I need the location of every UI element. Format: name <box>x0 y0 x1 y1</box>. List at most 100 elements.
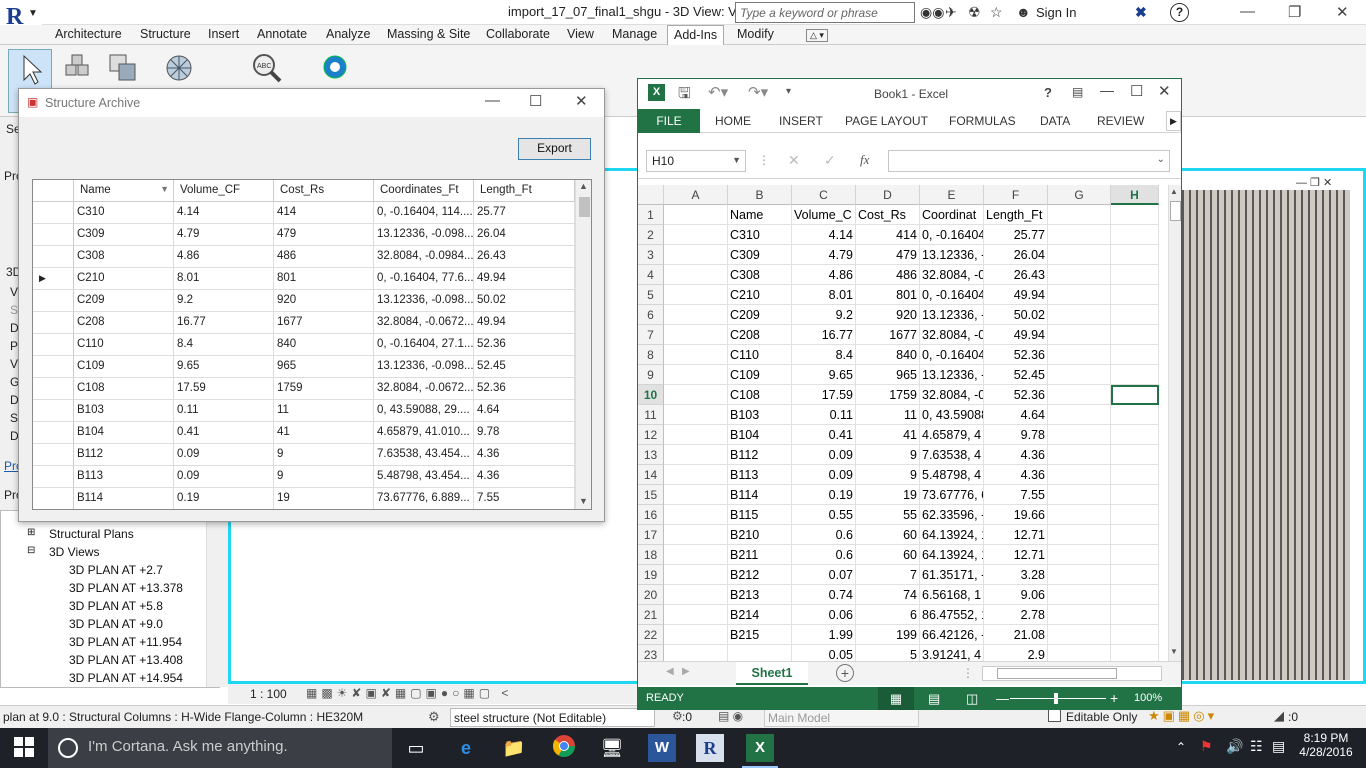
sheet-cell[interactable]: 9.2 <box>792 305 856 325</box>
grid-header-cost[interactable]: Cost_Rs <box>274 180 374 202</box>
sheet-cell[interactable]: 0.06 <box>792 605 856 625</box>
row-header[interactable]: 15 <box>638 485 664 505</box>
row-header[interactable]: 17 <box>638 525 664 545</box>
cell-coordinates[interactable]: 32.8084, -0.0672... <box>374 378 474 400</box>
tree-item-3d-plan[interactable]: 3D PLAN AT +9.0 <box>69 617 163 631</box>
sheet-cell[interactable] <box>1111 465 1159 485</box>
sheet-cell[interactable]: 6 <box>856 605 920 625</box>
favorites-star-icon[interactable]: ☆ <box>990 4 1003 21</box>
sheet-cell[interactable] <box>1048 285 1111 305</box>
sheet-cell[interactable] <box>664 225 728 245</box>
excel-taskbar-icon[interactable]: X <box>746 734 774 762</box>
row-header[interactable]: 11 <box>638 405 664 425</box>
sheet-cell[interactable] <box>664 385 728 405</box>
filter-icon[interactable]: ◢ <box>1274 708 1284 724</box>
tab-home[interactable]: HOME <box>715 114 751 128</box>
squares-icon[interactable] <box>106 51 140 85</box>
sheet-cell[interactable]: 11 <box>856 405 920 425</box>
sheet-cell[interactable] <box>1048 465 1111 485</box>
sheet-cell[interactable] <box>1111 625 1159 645</box>
sheet-cell[interactable]: 2.9 <box>984 645 1048 661</box>
sheet-cell[interactable]: 4.65879, 4 <box>920 425 984 445</box>
dialog-close-button[interactable]: ✕ <box>575 92 588 110</box>
row-header[interactable]: 16 <box>638 505 664 525</box>
sheet-cell[interactable]: 0, -0.16404 <box>920 225 984 245</box>
cell-volume[interactable]: 0.09 <box>174 466 274 488</box>
sheet-cell[interactable] <box>664 205 728 225</box>
sheet-cell[interactable]: C310 <box>728 225 792 245</box>
grid-header-volume[interactable]: Volume_CF <box>174 180 274 202</box>
row-header[interactable]: 13 <box>638 445 664 465</box>
grid-row-header[interactable] <box>33 356 74 378</box>
sheet-cell[interactable] <box>664 505 728 525</box>
sheet-cell[interactable] <box>664 245 728 265</box>
cell-cost[interactable]: 19 <box>274 488 374 509</box>
sheet-cell[interactable] <box>1048 225 1111 245</box>
cell-length[interactable]: 7.55 <box>474 488 575 509</box>
viewport-window-controls[interactable]: — ❐ ✕ <box>1296 176 1332 189</box>
sheet-cell[interactable]: 965 <box>856 365 920 385</box>
sheet-cell[interactable]: 840 <box>856 345 920 365</box>
row-header[interactable]: 10 <box>638 385 664 405</box>
cell-cost[interactable]: 920 <box>274 290 374 312</box>
sheet-cell[interactable]: 0.55 <box>792 505 856 525</box>
sheet-cell[interactable] <box>664 325 728 345</box>
sheet-cell[interactable]: 1759 <box>856 385 920 405</box>
sheet-cell[interactable]: 9.65 <box>792 365 856 385</box>
qat-customize-icon[interactable]: ▾ <box>786 86 791 97</box>
tab-insert[interactable]: Insert <box>208 27 239 41</box>
cell-cost[interactable]: 486 <box>274 246 374 268</box>
cell-length[interactable]: 4.36 <box>474 444 575 466</box>
column-header-h[interactable]: H <box>1111 185 1159 205</box>
sheet-cell[interactable]: B112 <box>728 445 792 465</box>
insert-function-icon[interactable]: fx <box>860 152 869 168</box>
sheet-cell[interactable]: B215 <box>728 625 792 645</box>
row-header[interactable]: 6 <box>638 305 664 325</box>
sheet-cell[interactable]: 50.02 <box>984 305 1048 325</box>
tab-annotate[interactable]: Annotate <box>257 27 307 41</box>
cell-cost[interactable]: 801 <box>274 268 374 290</box>
sheet-cell[interactable]: 7 <box>856 565 920 585</box>
undo-icon[interactable]: ↶▾ <box>708 83 728 101</box>
sheet-cell[interactable]: B213 <box>728 585 792 605</box>
sheet-cell[interactable]: C109 <box>728 365 792 385</box>
sheet-cell[interactable]: 801 <box>856 285 920 305</box>
row-header[interactable]: 4 <box>638 265 664 285</box>
sheet-cell[interactable]: 9 <box>856 465 920 485</box>
sheet-cell[interactable]: 60 <box>856 525 920 545</box>
cell-cost[interactable]: 965 <box>274 356 374 378</box>
sheet-cell[interactable] <box>664 465 728 485</box>
panel-toggle-icon[interactable]: △ ▾ <box>806 29 828 42</box>
tab-collaborate[interactable]: Collaborate <box>486 27 550 41</box>
excel-maximize-button[interactable]: ☐ <box>1130 82 1143 100</box>
cell-name[interactable]: B104 <box>74 422 174 444</box>
sheet-cell[interactable] <box>664 305 728 325</box>
design-options-icons[interactable]: ▤ ◉ <box>718 709 743 723</box>
grid-row-header[interactable] <box>33 312 74 334</box>
sheet-cell[interactable]: 13.12336, - <box>920 305 984 325</box>
zoom-slider-track[interactable] <box>1010 698 1106 699</box>
file-explorer-icon[interactable]: 📁 <box>500 734 528 762</box>
editable-only-checkbox[interactable] <box>1048 709 1061 722</box>
edge-icon[interactable]: e <box>452 734 480 762</box>
tab-file[interactable]: FILE <box>638 109 700 133</box>
word-icon[interactable]: W <box>648 734 676 762</box>
sheet-cell[interactable]: 0.09 <box>792 465 856 485</box>
collapse-minus-icon[interactable]: ⊟ <box>27 545 35 556</box>
cell-length[interactable]: 9.78 <box>474 422 575 444</box>
row-header[interactable]: 23 <box>638 645 664 661</box>
sheet-cell[interactable] <box>664 585 728 605</box>
zoom-slider-thumb[interactable] <box>1054 693 1058 704</box>
scroll-down-icon[interactable]: ▼ <box>579 496 588 506</box>
sheet-cell[interactable]: 920 <box>856 305 920 325</box>
sheet-cell[interactable] <box>664 605 728 625</box>
chrome-icon[interactable] <box>550 734 578 762</box>
sheet-cell[interactable]: C210 <box>728 285 792 305</box>
sheet-cell[interactable]: 19 <box>856 485 920 505</box>
sheet-cell[interactable]: 4.64 <box>984 405 1048 425</box>
cell-volume[interactable]: 9.2 <box>174 290 274 312</box>
ribbon-display-icon[interactable]: ▤ <box>1072 85 1083 99</box>
sheet-cell[interactable]: C309 <box>728 245 792 265</box>
cell-volume[interactable]: 0.19 <box>174 488 274 509</box>
sheet-cell[interactable]: 4.86 <box>792 265 856 285</box>
